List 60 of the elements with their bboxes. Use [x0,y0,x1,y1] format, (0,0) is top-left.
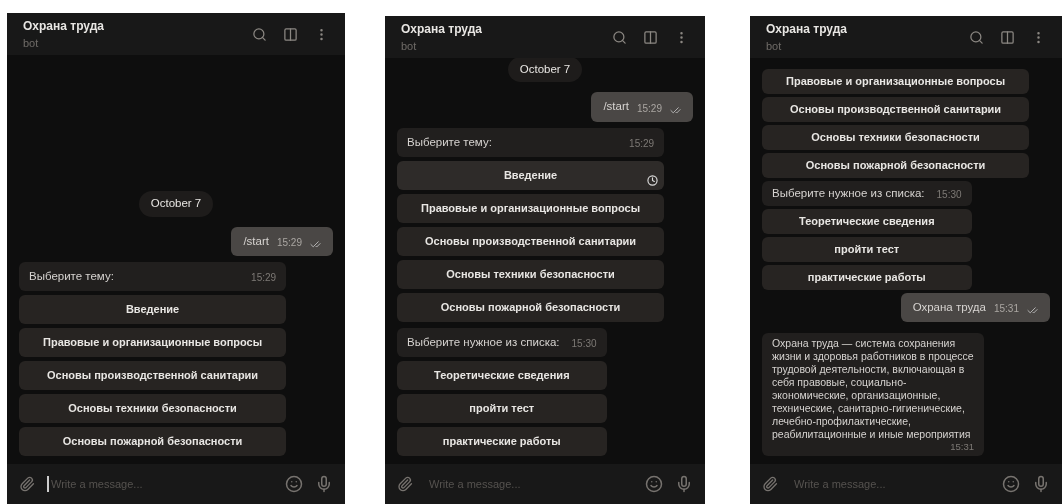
sidebar-toggle-icon[interactable] [283,26,298,42]
clock-icon [647,174,659,186]
message-text: Выберите нужное из списка: [407,334,560,350]
sidebar-toggle-icon[interactable] [1000,29,1015,45]
reply-button[interactable]: Правовые и организационные вопросы [19,328,287,357]
chat-title: Охрана труда [401,20,482,38]
reply-button[interactable]: Основы производственной санитарии [397,226,665,256]
message-text: Выберите тему: [407,134,492,150]
reply-button[interactable]: Введение [397,160,665,190]
message-time: 15:29 [251,271,277,285]
sidebar-toggle-icon[interactable] [643,29,658,45]
reply-button[interactable]: Основы техники безопасности [19,394,287,423]
attach-icon[interactable] [397,476,413,492]
reply-button[interactable]: практические работы [397,427,607,456]
message-text: /start [603,99,629,115]
search-icon[interactable] [969,29,984,45]
reply-button[interactable]: Правовые и организационные вопросы [762,68,1030,94]
reply-button[interactable]: Основы пожарной безопасности [397,292,665,322]
reply-button[interactable]: Основы производственной санитарии [19,361,287,390]
message-time: 15:30 [936,187,962,202]
date-badge: October 7 [138,191,214,217]
message-time: 15:30 [571,337,597,351]
reply-button[interactable]: Теоретические сведения [397,361,607,390]
search-icon[interactable] [252,26,267,42]
message-time: 15:31 [993,302,1019,316]
message-text: Охрана труда [912,299,986,315]
attach-icon[interactable] [19,476,35,492]
chat-title: Охрана труда [23,17,104,35]
message-time: 15:29 [276,235,302,250]
reply-button[interactable]: пройти тест [397,394,607,423]
reply-button[interactable]: пройти тест [762,236,972,262]
microphone-icon[interactable] [1032,475,1050,493]
search-icon[interactable] [612,29,627,45]
reply-button[interactable]: Основы техники безопасности [397,259,665,289]
reply-button[interactable]: практические работы [762,264,972,290]
reply-button[interactable]: Основы производственной санитарии [762,96,1030,122]
emoji-icon[interactable] [645,475,663,493]
reply-button[interactable]: Теоретические сведения [762,208,972,234]
chat-subtitle: bot [766,38,783,54]
emoji-icon[interactable] [285,475,303,493]
message-text: Охрана труда — система сохранения жизни и здоровья работников в процессе трудовой деятельности, включающая в себя правовые, социально-экономические, организационные, технические, санитарно-гигиенические, лечебно-профилактические, реабилитационные и иные мероприятия [772,337,974,441]
message-time: 15:31 [950,441,974,452]
message-time: 15:29 [636,101,662,116]
reply-button[interactable]: Основы пожарной безопасности [19,427,287,456]
chat-title: Охрана труда [766,20,847,38]
chat-subtitle: bot [23,35,40,51]
message-text: Выберите тему: [29,268,114,284]
reply-button[interactable]: Введение [19,295,287,324]
microphone-icon[interactable] [315,475,333,493]
reply-button[interactable]: Основы пожарной безопасности [762,152,1030,178]
emoji-icon[interactable] [1002,475,1020,493]
message-time: 15:29 [629,136,655,151]
message-text: /start [243,233,269,249]
date-badge: October 7 [507,58,583,83]
reply-button[interactable]: Правовые и организационные вопросы [397,193,665,223]
microphone-icon[interactable] [675,475,693,493]
reply-button[interactable]: Основы техники безопасности [762,124,1030,150]
chat-subtitle: bot [401,38,418,54]
attach-icon[interactable] [762,476,778,492]
message-text: Выберите нужное из списка: [772,185,925,201]
